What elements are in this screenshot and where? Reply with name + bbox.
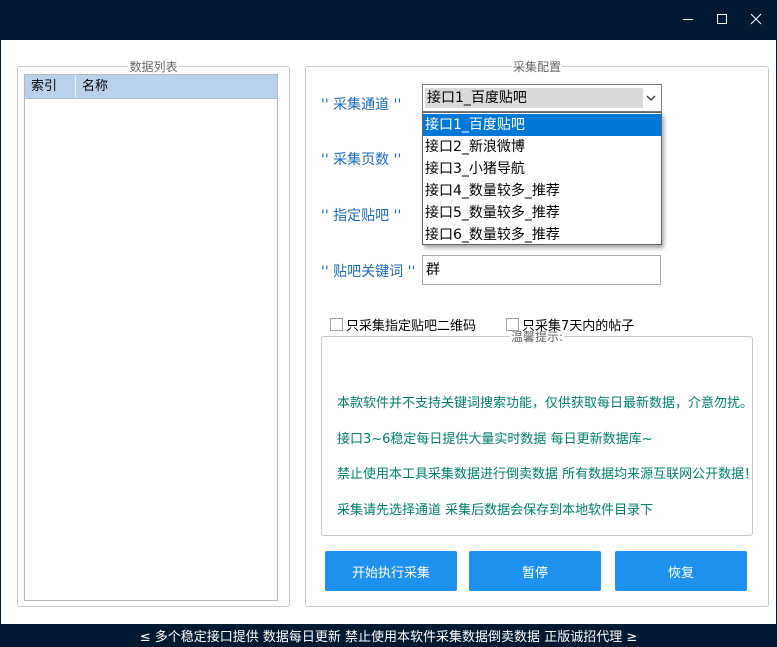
column-header-name[interactable]: 名称: [76, 75, 277, 98]
channel-selected-value: 接口1_百度贴吧: [425, 88, 643, 108]
list-header: 索引 名称: [25, 75, 277, 99]
tip-line-4: 采集请先选择通道 采集后数据会保存到本地软件目录下: [337, 503, 654, 518]
tip-line-2: 接口3~6稳定每日提供大量实时数据 每日更新数据库~: [337, 432, 653, 447]
chevron-down-icon[interactable]: [644, 91, 658, 105]
data-list[interactable]: 索引 名称: [24, 74, 278, 601]
channel-option-1[interactable]: 接口1_百度贴吧: [423, 114, 661, 136]
channel-option-4[interactable]: 接口4_数量较多_推荐: [423, 180, 661, 202]
column-header-index[interactable]: 索引: [25, 75, 76, 98]
pause-button[interactable]: 暂停: [469, 551, 601, 591]
tips-group-title: 温馨提示:: [510, 330, 564, 344]
minimize-button[interactable]: [674, 6, 702, 32]
status-bar: ≤ 多个稳定接口提供 数据每日更新 禁止使用本软件采集数据倒卖数据 正版诚招代理…: [0, 624, 777, 647]
maximize-button[interactable]: [708, 6, 736, 32]
close-button[interactable]: [742, 6, 770, 32]
maximize-icon: [717, 14, 727, 24]
tip-line-3: 禁止使用本工具采集数据进行倒卖数据 所有数据均来源互联网公开数据！: [337, 467, 758, 482]
title-bar: [0, 0, 777, 40]
data-list-group-title: 数据列表: [129, 60, 178, 74]
channel-select[interactable]: 接口1_百度贴吧: [422, 84, 662, 112]
channel-dropdown: 接口1_百度贴吧 接口2_新浪微博 接口3_小猪导航 接口4_数量较多_推荐 接…: [422, 112, 662, 245]
close-icon: [750, 13, 762, 25]
bar-label: '' 指定贴吧 '': [321, 208, 402, 224]
minimize-icon: [683, 19, 693, 20]
channel-label: '' 采集通道 '': [321, 97, 402, 113]
resume-button[interactable]: 恢复: [615, 551, 747, 591]
config-group-title: 采集配置: [512, 60, 561, 74]
channel-option-5[interactable]: 接口5_数量较多_推荐: [423, 202, 661, 224]
channel-option-3[interactable]: 接口3_小猪导航: [423, 158, 661, 180]
keyword-input[interactable]: 群: [422, 255, 661, 285]
keyword-label: '' 贴吧关键词 '': [321, 264, 416, 280]
tip-line-1: 本款软件并不支持关键词搜索功能，仅供获取每日最新数据，介意勿扰。: [337, 396, 754, 411]
pages-label: '' 采集页数 '': [321, 152, 402, 168]
channel-option-6[interactable]: 接口6_数量较多_推荐: [423, 224, 661, 246]
status-text: ≤ 多个稳定接口提供 数据每日更新 禁止使用本软件采集数据倒卖数据 正版诚招代理…: [139, 630, 638, 645]
start-button[interactable]: 开始执行采集: [325, 551, 457, 591]
channel-option-2[interactable]: 接口2_新浪微博: [423, 136, 661, 158]
